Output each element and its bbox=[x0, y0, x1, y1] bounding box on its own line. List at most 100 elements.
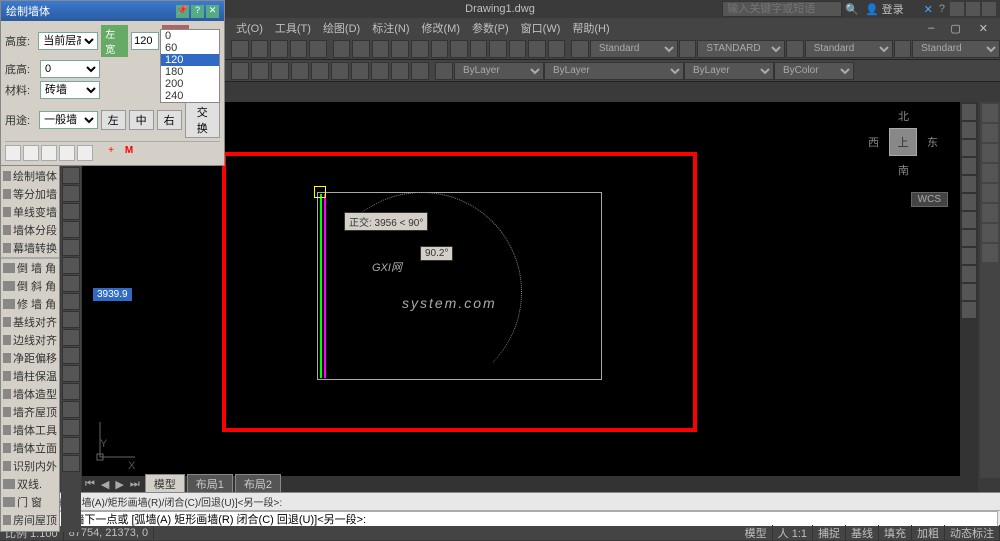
cat-item[interactable]: 等分加墙 bbox=[1, 185, 59, 203]
panel-close-icon[interactable]: ✕ bbox=[206, 5, 219, 18]
menu-window[interactable]: 窗口(W) bbox=[515, 20, 567, 36]
swap-button[interactable]: 交换 bbox=[185, 102, 220, 138]
cat-item[interactable]: 绘制墙体 bbox=[1, 167, 59, 185]
tab-model[interactable]: 模型 bbox=[145, 474, 185, 494]
textstyle-combo[interactable]: Standard bbox=[590, 40, 678, 58]
cat-item[interactable]: 双线. bbox=[1, 475, 59, 493]
maximize-button[interactable] bbox=[966, 2, 980, 16]
align-left-button[interactable]: 左 bbox=[101, 110, 126, 130]
rtool-btn[interactable] bbox=[962, 194, 976, 210]
vtool-btn[interactable] bbox=[62, 275, 80, 292]
width-option-selected[interactable]: 120 bbox=[161, 54, 219, 66]
cat-item[interactable]: 楼梯其他 bbox=[1, 529, 59, 532]
tool-btn[interactable] bbox=[251, 40, 269, 58]
tab-nav-next[interactable]: ▶ bbox=[112, 478, 126, 491]
vtool-btn[interactable] bbox=[62, 329, 80, 346]
tool-btn[interactable] bbox=[271, 62, 289, 80]
tool-btn[interactable] bbox=[431, 40, 449, 58]
width-option[interactable]: 200 bbox=[161, 78, 219, 90]
nav-btn[interactable] bbox=[982, 104, 998, 122]
lineweight-combo[interactable]: ByLayer bbox=[684, 62, 774, 80]
viewcube-west[interactable]: 西 bbox=[868, 134, 879, 150]
vtool-btn[interactable] bbox=[62, 311, 80, 328]
rtool-btn[interactable] bbox=[962, 104, 976, 120]
cat-item[interactable]: 墙体工具 bbox=[1, 421, 59, 439]
material-select[interactable]: 砖墙 bbox=[40, 81, 100, 99]
help-icon[interactable]: ? bbox=[939, 3, 945, 15]
cat-item[interactable]: 倒 斜 角 bbox=[1, 277, 59, 295]
status-toggle[interactable]: 填充 bbox=[879, 525, 912, 541]
width-dropdown[interactable]: 0 60 120 180 200 240 bbox=[160, 29, 220, 103]
cat-item[interactable]: 净距偏移 bbox=[1, 349, 59, 367]
login-icon[interactable]: 👤 bbox=[865, 3, 879, 16]
tab-nav-first[interactable]: ⏮ bbox=[82, 478, 98, 491]
rtool-btn[interactable] bbox=[962, 140, 976, 156]
tool-btn[interactable] bbox=[291, 62, 309, 80]
vtool-btn[interactable] bbox=[62, 203, 80, 220]
exchange-icon[interactable]: ✕ bbox=[924, 3, 933, 16]
wall-tool-icon[interactable] bbox=[59, 145, 75, 161]
rtool-btn[interactable] bbox=[962, 266, 976, 282]
status-toggle[interactable]: 捕捉 bbox=[813, 525, 846, 541]
cat-item[interactable]: 房间屋顶 bbox=[1, 511, 59, 529]
vtool-btn[interactable] bbox=[62, 221, 80, 238]
help-search-input[interactable] bbox=[722, 1, 842, 17]
left-width-input[interactable] bbox=[131, 32, 159, 50]
cat-item[interactable]: 识别内外 bbox=[1, 457, 59, 475]
linetype-combo[interactable]: ByLayer bbox=[544, 62, 684, 80]
cat-item[interactable]: 墙柱保温 bbox=[1, 367, 59, 385]
menu-tools[interactable]: 工具(T) bbox=[269, 20, 317, 36]
tab-nav-prev[interactable]: ◀ bbox=[98, 478, 112, 491]
cat-item[interactable]: 门 窗 bbox=[1, 493, 59, 511]
tab-nav-last[interactable]: ⏭ bbox=[127, 478, 143, 491]
tool-btn[interactable] bbox=[372, 40, 390, 58]
tool-btn[interactable] bbox=[333, 40, 351, 58]
tool-btn[interactable] bbox=[270, 40, 288, 58]
tool-btn[interactable] bbox=[679, 40, 697, 58]
rtool-btn[interactable] bbox=[962, 302, 976, 318]
nav-btn[interactable] bbox=[982, 184, 998, 202]
rtool-btn[interactable] bbox=[962, 248, 976, 264]
origin-icon[interactable]: + bbox=[103, 145, 119, 161]
nav-btn[interactable] bbox=[982, 124, 998, 142]
menu-help[interactable]: 帮助(H) bbox=[566, 20, 615, 36]
panel-pin-icon[interactable]: 📌 bbox=[176, 5, 189, 18]
rtool-btn[interactable] bbox=[962, 230, 976, 246]
vtool-btn[interactable] bbox=[62, 257, 80, 274]
tool-btn[interactable] bbox=[231, 40, 249, 58]
tool-btn[interactable] bbox=[450, 40, 468, 58]
tool-btn[interactable] bbox=[290, 40, 308, 58]
cat-item[interactable]: 幕墙转换 bbox=[1, 239, 59, 257]
rtool-btn[interactable] bbox=[962, 158, 976, 174]
vtool-btn[interactable] bbox=[62, 365, 80, 382]
tool-btn[interactable] bbox=[331, 62, 349, 80]
search-icon[interactable]: 🔍 bbox=[845, 3, 859, 16]
bottom-select[interactable]: 0 bbox=[40, 60, 100, 78]
wall-tool-icon[interactable] bbox=[41, 145, 57, 161]
minimize-button[interactable] bbox=[950, 2, 964, 16]
usage-select[interactable]: 一般墙 bbox=[39, 111, 97, 129]
cat-item[interactable]: 倒 墙 角 bbox=[1, 259, 59, 277]
wcs-button[interactable]: WCS bbox=[911, 192, 948, 207]
vtool-btn[interactable] bbox=[62, 455, 80, 472]
vtool-btn[interactable] bbox=[62, 401, 80, 418]
nav-btn[interactable] bbox=[982, 204, 998, 222]
viewcube-south[interactable]: 南 bbox=[898, 162, 909, 178]
vtool-btn[interactable] bbox=[62, 437, 80, 454]
status-toggle[interactable]: 加粗 bbox=[912, 525, 945, 541]
tool-btn[interactable] bbox=[548, 40, 566, 58]
align-right-button[interactable]: 右 bbox=[157, 110, 182, 130]
rtool-btn[interactable] bbox=[962, 122, 976, 138]
status-toggle[interactable]: 基线 bbox=[846, 525, 879, 541]
m-icon[interactable]: M bbox=[121, 145, 137, 161]
align-center-button[interactable]: 中 bbox=[129, 110, 154, 130]
tool-btn[interactable] bbox=[528, 40, 546, 58]
wall-panel-header[interactable]: 绘制墙体 📌?✕ bbox=[1, 1, 224, 21]
tool-btn[interactable] bbox=[571, 40, 589, 58]
cat-item[interactable]: 基线对齐 bbox=[1, 313, 59, 331]
tool-btn[interactable] bbox=[411, 62, 429, 80]
vtool-btn[interactable] bbox=[62, 347, 80, 364]
tool-btn[interactable] bbox=[391, 40, 409, 58]
tool-btn[interactable] bbox=[352, 40, 370, 58]
tool-btn[interactable] bbox=[351, 62, 369, 80]
